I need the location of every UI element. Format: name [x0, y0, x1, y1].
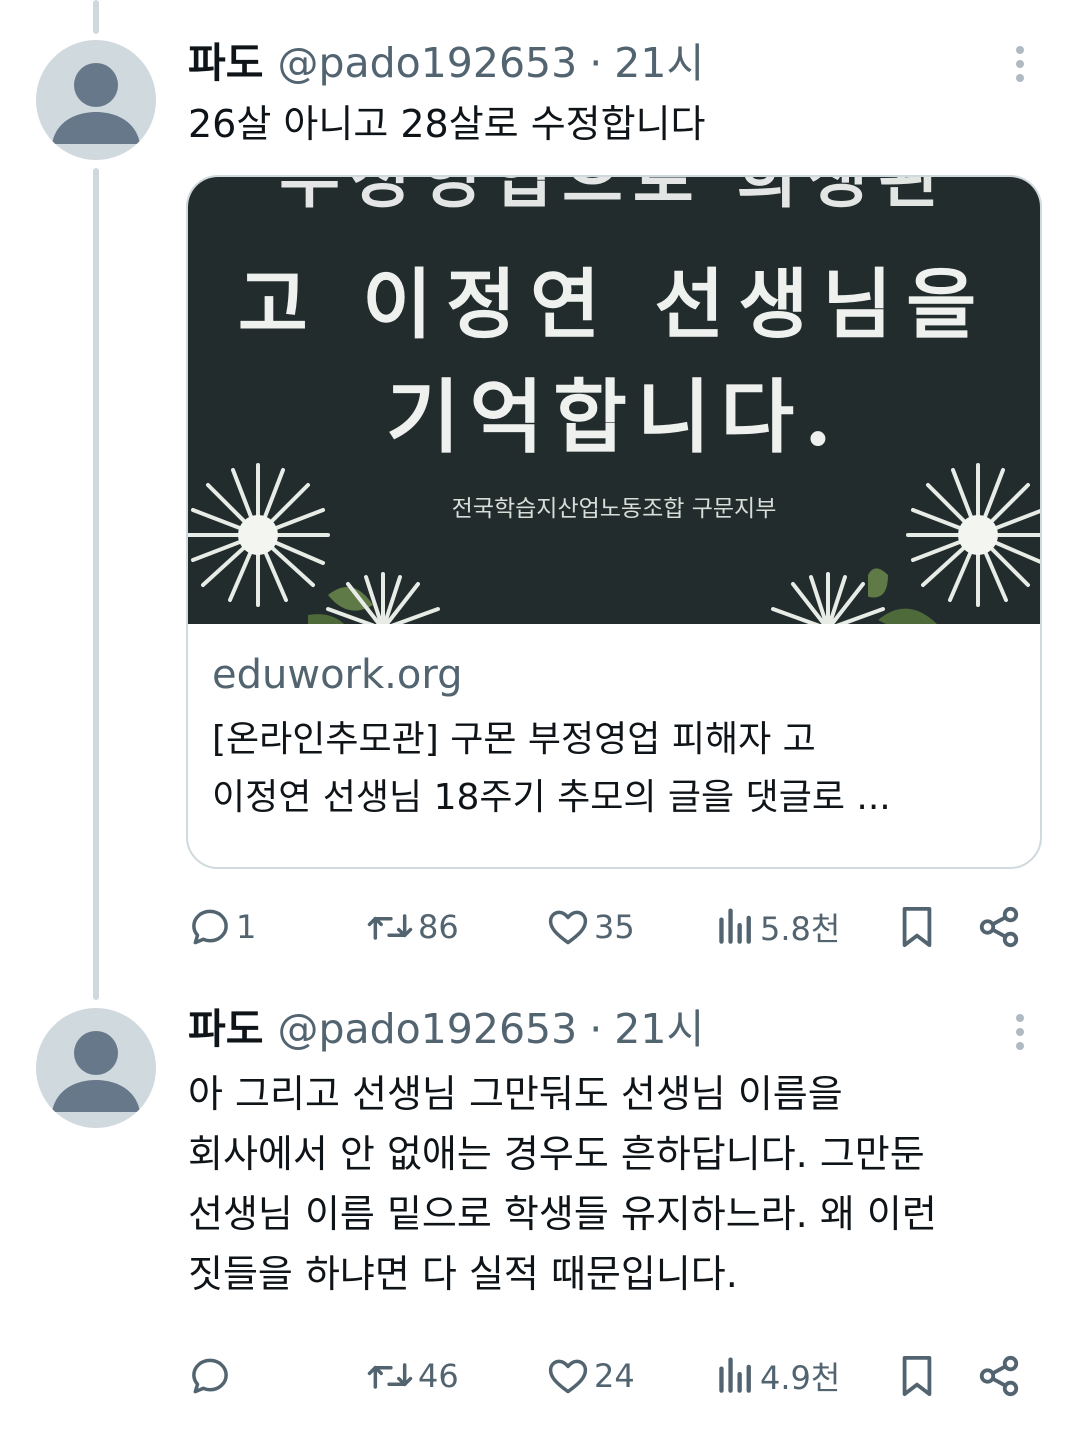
- retweet-count: 86: [418, 908, 459, 946]
- card-image: 부정영업으로 희생된 고 이정연 선생님을 기억합니다. 전국학습지산업노동조합…: [188, 177, 1040, 624]
- views-icon: [719, 908, 751, 944]
- views-button[interactable]: 5.8천: [716, 897, 840, 957]
- card-domain: eduwork.org: [212, 652, 463, 698]
- timestamp[interactable]: 21시: [614, 1002, 704, 1056]
- separator-dot: ·: [589, 39, 603, 87]
- separator-dot: ·: [589, 1005, 603, 1053]
- display-name[interactable]: 파도: [188, 36, 263, 90]
- card-image-text-top: 부정영업으로 희생된: [279, 177, 949, 217]
- avatar-placeholder-icon: [52, 63, 140, 144]
- user-handle[interactable]: @pado192653: [277, 36, 577, 90]
- share-icon: [979, 906, 1019, 948]
- retweet-count: 46: [418, 1357, 459, 1395]
- avatar-placeholder-icon: [52, 1031, 140, 1112]
- timestamp[interactable]: 21시: [614, 36, 704, 90]
- tweet-text: 26살 아니고 28살로 수정합니다: [188, 94, 1048, 154]
- chrysanthemum-right-icon: [868, 463, 1040, 624]
- bookmark-button[interactable]: [896, 1346, 938, 1406]
- views-icon: [719, 1357, 751, 1393]
- like-count: 24: [594, 1357, 635, 1395]
- views-count: 5.8천: [760, 910, 841, 948]
- like-icon: [548, 1359, 588, 1394]
- more-button[interactable]: [1000, 1010, 1040, 1054]
- card-title: [온라인추모관] 구몬 부정영업 피해자 고 이정연 선생님 18주기 추모의 …: [212, 711, 1022, 827]
- thread-line-connector: [93, 168, 99, 1000]
- share-button[interactable]: [976, 1346, 1022, 1406]
- tweet-text-line: 26살 아니고 28살로 수정합니다: [188, 102, 706, 146]
- bookmark-icon: [902, 1355, 932, 1397]
- reply-button[interactable]: 1: [188, 897, 256, 957]
- tweet-text-line: 아 그리고 선생님 그만둬도 선생님 이름을: [188, 1072, 843, 1116]
- retweet-icon: [367, 1363, 413, 1389]
- share-icon: [979, 1355, 1019, 1397]
- tweet-text-line: 회사에서 안 없애는 경우도 흔하답니다. 그만둔: [188, 1132, 925, 1176]
- action-bar: 46 24 4.9천: [0, 1346, 1080, 1406]
- thread-line-top: [93, 0, 99, 34]
- like-button[interactable]: 35: [546, 897, 635, 957]
- avatar[interactable]: [36, 1008, 156, 1128]
- retweet-button[interactable]: 86: [366, 897, 459, 957]
- avatar[interactable]: [36, 40, 156, 160]
- card-title-line: [온라인추모관] 구몬 부정영업 피해자 고: [212, 719, 816, 760]
- reply-button[interactable]: [188, 1346, 236, 1406]
- card-footer: eduwork.org [온라인추모관] 구몬 부정영업 피해자 고 이정연 선…: [212, 647, 1022, 827]
- user-handle[interactable]: @pado192653: [277, 1002, 577, 1056]
- tweet-text-line: 선생님 이름 밑으로 학생들 유지하느라. 왜 이런: [188, 1192, 937, 1236]
- action-bar: 1 86 35 5.8천: [0, 897, 1080, 957]
- display-name[interactable]: 파도: [188, 1002, 263, 1056]
- reply-icon: [192, 1358, 228, 1394]
- more-icon: [1016, 46, 1024, 82]
- like-icon: [548, 910, 588, 945]
- more-button[interactable]: [1000, 42, 1040, 86]
- tweet-header: 파도 @pado192653 · 21시: [188, 1002, 704, 1056]
- bookmark-button[interactable]: [896, 897, 938, 957]
- card-title-line: 이정연 선생님 18주기 추모의 글을 댓글로 ...: [212, 777, 891, 818]
- retweet-icon: [367, 914, 413, 940]
- retweet-button[interactable]: 46: [366, 1346, 459, 1406]
- tweet-text: 아 그리고 선생님 그만둬도 선생님 이름을 회사에서 안 없애는 경우도 흔하…: [188, 1064, 1048, 1304]
- more-icon: [1016, 1014, 1024, 1050]
- reply-count: 1: [236, 908, 257, 946]
- chrysanthemum-bottom-right-icon: [771, 572, 885, 624]
- like-button[interactable]: 24: [546, 1346, 635, 1406]
- bookmark-icon: [902, 906, 932, 948]
- link-card[interactable]: 부정영업으로 희생된 고 이정연 선생님을 기억합니다. 전국학습지산업노동조합…: [186, 175, 1042, 869]
- views-count: 4.9천: [760, 1359, 841, 1397]
- tweet-header: 파도 @pado192653 · 21시: [188, 36, 704, 90]
- like-count: 35: [594, 908, 635, 946]
- views-button[interactable]: 4.9천: [716, 1346, 840, 1406]
- reply-icon: [192, 909, 228, 945]
- tweet-text-line: 짓들을 하냐면 다 실적 때문입니다.: [188, 1252, 738, 1296]
- card-image-text-line1: 고 이정연 선생님을: [237, 260, 991, 349]
- share-button[interactable]: [976, 897, 1022, 957]
- chrysanthemum-bottom-left-icon: [326, 572, 440, 624]
